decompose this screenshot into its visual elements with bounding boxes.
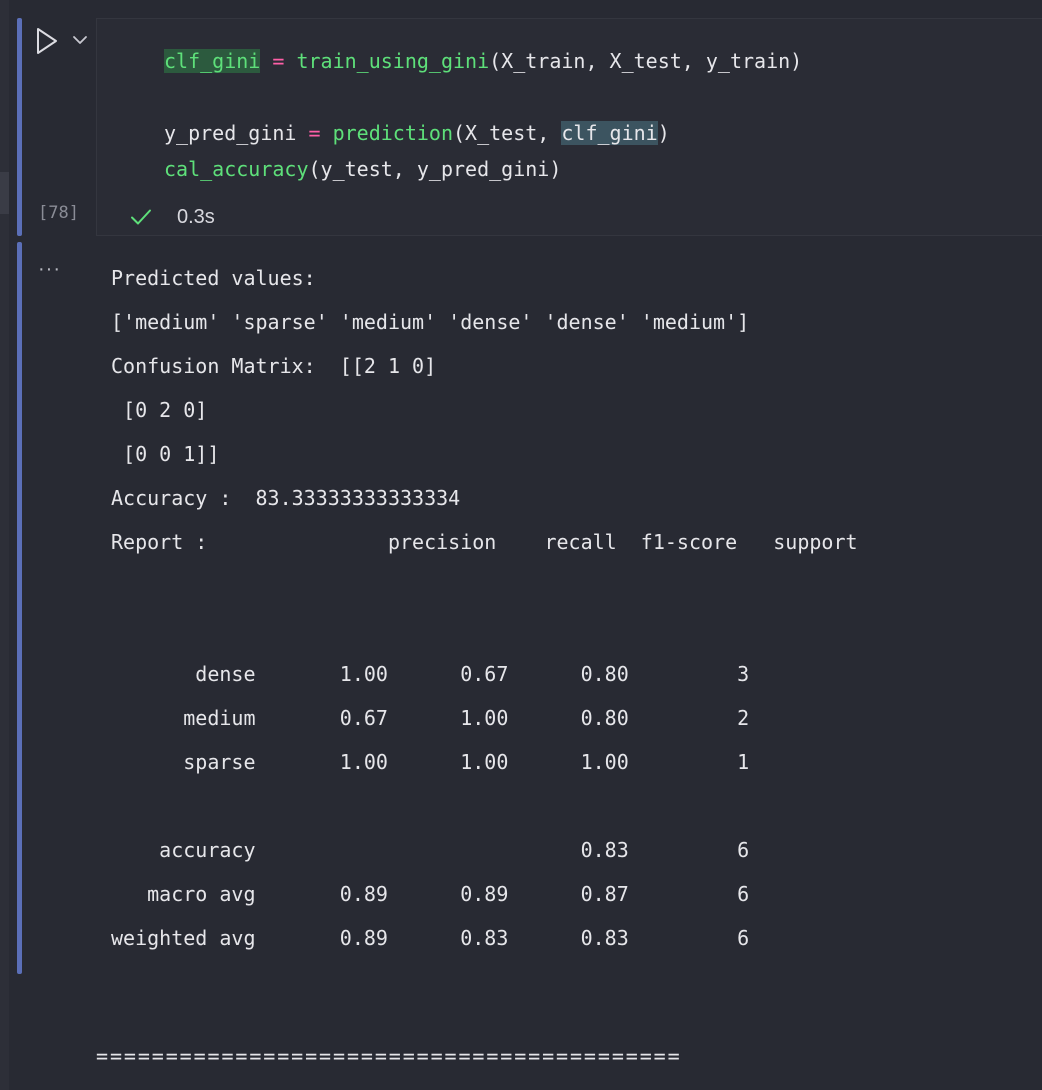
code-operator: =: [308, 121, 321, 145]
code-line-3: cal_accuracy(y_test, y_pred_gini): [164, 155, 561, 183]
activity-strip-marker: [0, 172, 9, 214]
check-icon: [131, 209, 151, 225]
code-args-close: ): [657, 121, 670, 145]
output-focus-bar: [17, 242, 22, 974]
execution-count: [78]: [38, 203, 79, 223]
code-editor[interactable]: clf_gini = train_using_gini(X_train, X_t…: [96, 18, 1042, 236]
code-args: (X_test,: [453, 121, 562, 145]
cell-focus-bar: [17, 18, 22, 236]
code-args: (y_test, y_pred_gini): [308, 157, 562, 181]
execution-time: 0.3s: [177, 205, 215, 228]
code-operator: =: [272, 49, 285, 73]
play-icon: [37, 28, 57, 54]
code-variable: y_pred_gini: [164, 121, 297, 145]
code-line-2: y_pred_gini = prediction(X_test, clf_gin…: [164, 119, 670, 147]
more-icon[interactable]: ···: [38, 258, 61, 281]
run-options-button[interactable]: [70, 30, 90, 50]
execution-status: 0.3s: [129, 203, 215, 231]
output-divider-text: ========================================…: [96, 1044, 682, 1068]
code-args: (X_train, X_test, y_train): [489, 49, 803, 73]
code-function: prediction: [332, 121, 454, 145]
activity-strip: [0, 0, 9, 1090]
code-line-1: clf_gini = train_using_gini(X_train, X_t…: [164, 47, 802, 75]
code-function: cal_accuracy: [164, 157, 309, 181]
code-function: train_using_gini: [296, 49, 490, 73]
code-highlighted-match: clf_gini: [561, 121, 658, 145]
cell-output-text: Predicted values: ['medium' 'sparse' 'me…: [111, 266, 858, 950]
chevron-down-icon: [73, 36, 87, 44]
run-cell-button[interactable]: [34, 26, 60, 56]
code-variable: clf_gini: [164, 49, 261, 73]
